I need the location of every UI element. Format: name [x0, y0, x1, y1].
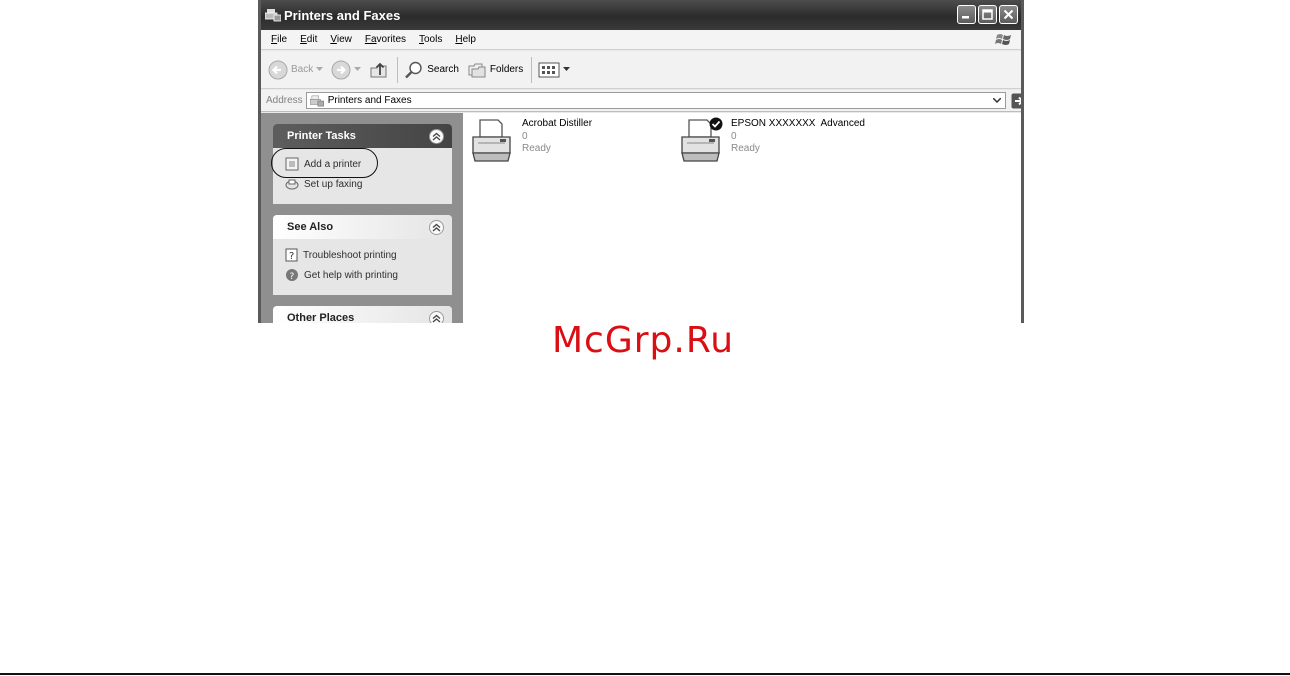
- menu-help[interactable]: Help: [455, 34, 476, 45]
- folders-button[interactable]: Folders: [467, 60, 523, 80]
- go-arrow-icon: [1011, 93, 1021, 108]
- printer-item-acrobat-distiller[interactable]: Acrobat Distiller 0 Ready: [470, 117, 592, 165]
- printer-tasks-header[interactable]: Printer Tasks: [273, 124, 452, 148]
- toolbar-separator: [397, 56, 399, 83]
- printer-name: Acrobat Distiller: [522, 118, 593, 129]
- svg-text:?: ?: [289, 251, 294, 262]
- task-pane: Printer Tasks Add a printer Set up faxin…: [261, 113, 463, 323]
- views-button[interactable]: [538, 61, 571, 79]
- address-field[interactable]: Printers and Faxes: [305, 92, 1006, 109]
- printer-item-epson-advanced[interactable]: EPSON XXXXXXX Advanced 0 Ready: [679, 117, 865, 165]
- printers-folder-icon: [309, 95, 324, 106]
- page-bottom-rule: [0, 673, 1290, 675]
- windows-logo-icon: [995, 32, 1013, 49]
- printers-folder-icon: [265, 7, 281, 23]
- address-bar: Address Printers and Faxes Go: [261, 90, 1021, 112]
- chevron-up-double-icon: [432, 223, 441, 231]
- troubleshoot-printing-link[interactable]: ? Troubleshoot printing: [285, 245, 452, 265]
- printer-status: Ready: [731, 143, 760, 154]
- help-globe-icon: ?: [286, 269, 298, 282]
- watermark-text: McGrp.Ru: [552, 320, 735, 361]
- collapse-button[interactable]: [429, 310, 444, 323]
- search-icon: [405, 61, 422, 78]
- window-title: Printers and Faxes: [284, 7, 401, 23]
- maximize-icon: [982, 9, 993, 20]
- up-folder-icon: [370, 62, 387, 77]
- fax-icon: [285, 179, 299, 190]
- get-help-printing-link[interactable]: ? Get help with printing: [285, 265, 452, 285]
- see-also-header[interactable]: See Also: [273, 215, 452, 239]
- chevron-down-icon: [316, 67, 324, 71]
- menu-favorites[interactable]: Favorites: [365, 34, 406, 45]
- menu-edit[interactable]: Edit: [300, 34, 317, 45]
- help-document-icon: ?: [285, 248, 298, 262]
- chevron-down-icon: [993, 98, 1002, 103]
- standard-toolbar: Back Search Folders: [261, 51, 1021, 89]
- back-button[interactable]: Back: [268, 60, 324, 80]
- close-button[interactable]: [999, 5, 1018, 24]
- menu-bar: File Edit View Favorites Tools Help: [261, 30, 1021, 50]
- menu-file[interactable]: File: [271, 34, 287, 45]
- see-also-panel: See Also ? Troubleshoot printing ? Get h…: [273, 215, 452, 295]
- go-button[interactable]: Go: [1011, 93, 1021, 109]
- collapse-button[interactable]: [429, 219, 444, 235]
- address-value: Printers and Faxes: [327, 95, 412, 106]
- chevron-down-icon: [563, 67, 571, 71]
- back-arrow-icon: [268, 60, 288, 79]
- toolbar-separator: [531, 56, 533, 83]
- close-icon: [1003, 9, 1014, 20]
- forward-arrow-icon: [331, 60, 351, 79]
- address-dropdown[interactable]: [990, 93, 1005, 108]
- minimize-button[interactable]: [957, 5, 976, 24]
- chevron-down-icon: [354, 67, 362, 71]
- minimize-icon: [962, 16, 969, 19]
- printer-doc-count: 0: [731, 130, 737, 142]
- folders-icon: [468, 63, 486, 77]
- address-label: Address: [266, 95, 303, 106]
- default-printer-check-icon: [709, 117, 723, 131]
- forward-button[interactable]: [331, 60, 362, 80]
- maximize-button[interactable]: [978, 5, 997, 24]
- chevron-up-double-icon: [432, 132, 441, 140]
- up-folder-button[interactable]: [369, 60, 389, 80]
- printer-status: Ready: [522, 143, 551, 154]
- printer-name: EPSON XXXXXXX Advanced: [731, 118, 865, 129]
- collapse-button[interactable]: [429, 128, 444, 144]
- svg-text:?: ?: [290, 272, 295, 282]
- title-bar[interactable]: Printers and Faxes: [261, 0, 1021, 30]
- printer-doc-count: 0: [522, 130, 528, 142]
- chevron-up-double-icon: [432, 314, 441, 322]
- add-printer-highlight-circle: [271, 148, 378, 178]
- printers-list-view: Acrobat Distiller 0 Ready EPSON XXXXXXX …: [463, 113, 1021, 323]
- menu-view[interactable]: View: [330, 34, 352, 45]
- menu-tools[interactable]: Tools: [419, 34, 442, 45]
- views-icon: [538, 62, 560, 77]
- search-button[interactable]: Search: [404, 60, 459, 80]
- printer-icon: [472, 119, 511, 162]
- other-places-panel: Other Places: [273, 306, 452, 323]
- explorer-window: Printers and Faxes File Edit View Favori…: [258, 0, 1024, 323]
- other-places-header[interactable]: Other Places: [273, 306, 452, 323]
